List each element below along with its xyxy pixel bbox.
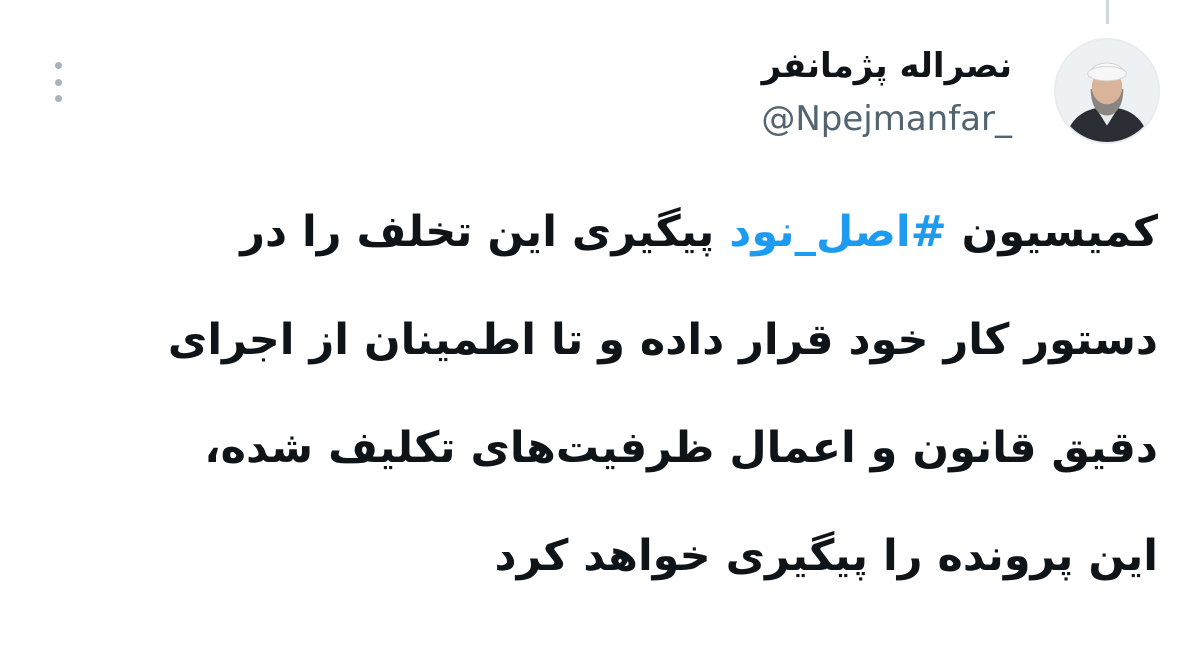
tweet-card: نصراله پژمانفر @Npejmanfar_ کمیسیون #اصل… (0, 0, 1200, 648)
thread-connector-line (1106, 0, 1109, 24)
author-block: نصراله پژمانفر @Npejmanfar_ (761, 44, 1012, 142)
tweet-line-4: این پرونده را پیگیری خواهد کرد (494, 531, 1159, 581)
tweet-text-segment: پیگیری این تخلف را در (240, 207, 730, 257)
tweet-line-1: کمیسیون #اصل_نود پیگیری این تخلف را در (52, 178, 1158, 286)
avatar[interactable] (1054, 38, 1160, 144)
more-vertical-icon-dot (54, 95, 62, 102)
more-vertical-icon (54, 62, 62, 69)
tweet-line-2: دستور کار خود قرار داده و تا اطمینان از … (167, 315, 1158, 365)
tweet-line-3: دقیق قانون و اعمال ظرفیت‌های تکلیف شده، (204, 423, 1158, 473)
tweet-text-segment: کمیسیون (946, 207, 1158, 257)
hashtag-link[interactable]: #اصل_نود (729, 207, 946, 257)
avatar-image (1056, 40, 1158, 142)
display-name[interactable]: نصراله پژمانفر (761, 44, 1012, 88)
more-options-button[interactable] (46, 62, 70, 102)
user-handle[interactable]: @Npejmanfar_ (761, 96, 1012, 142)
more-vertical-icon-dot (54, 78, 62, 86)
tweet-text: کمیسیون #اصل_نود پیگیری این تخلف را در د… (52, 178, 1158, 610)
